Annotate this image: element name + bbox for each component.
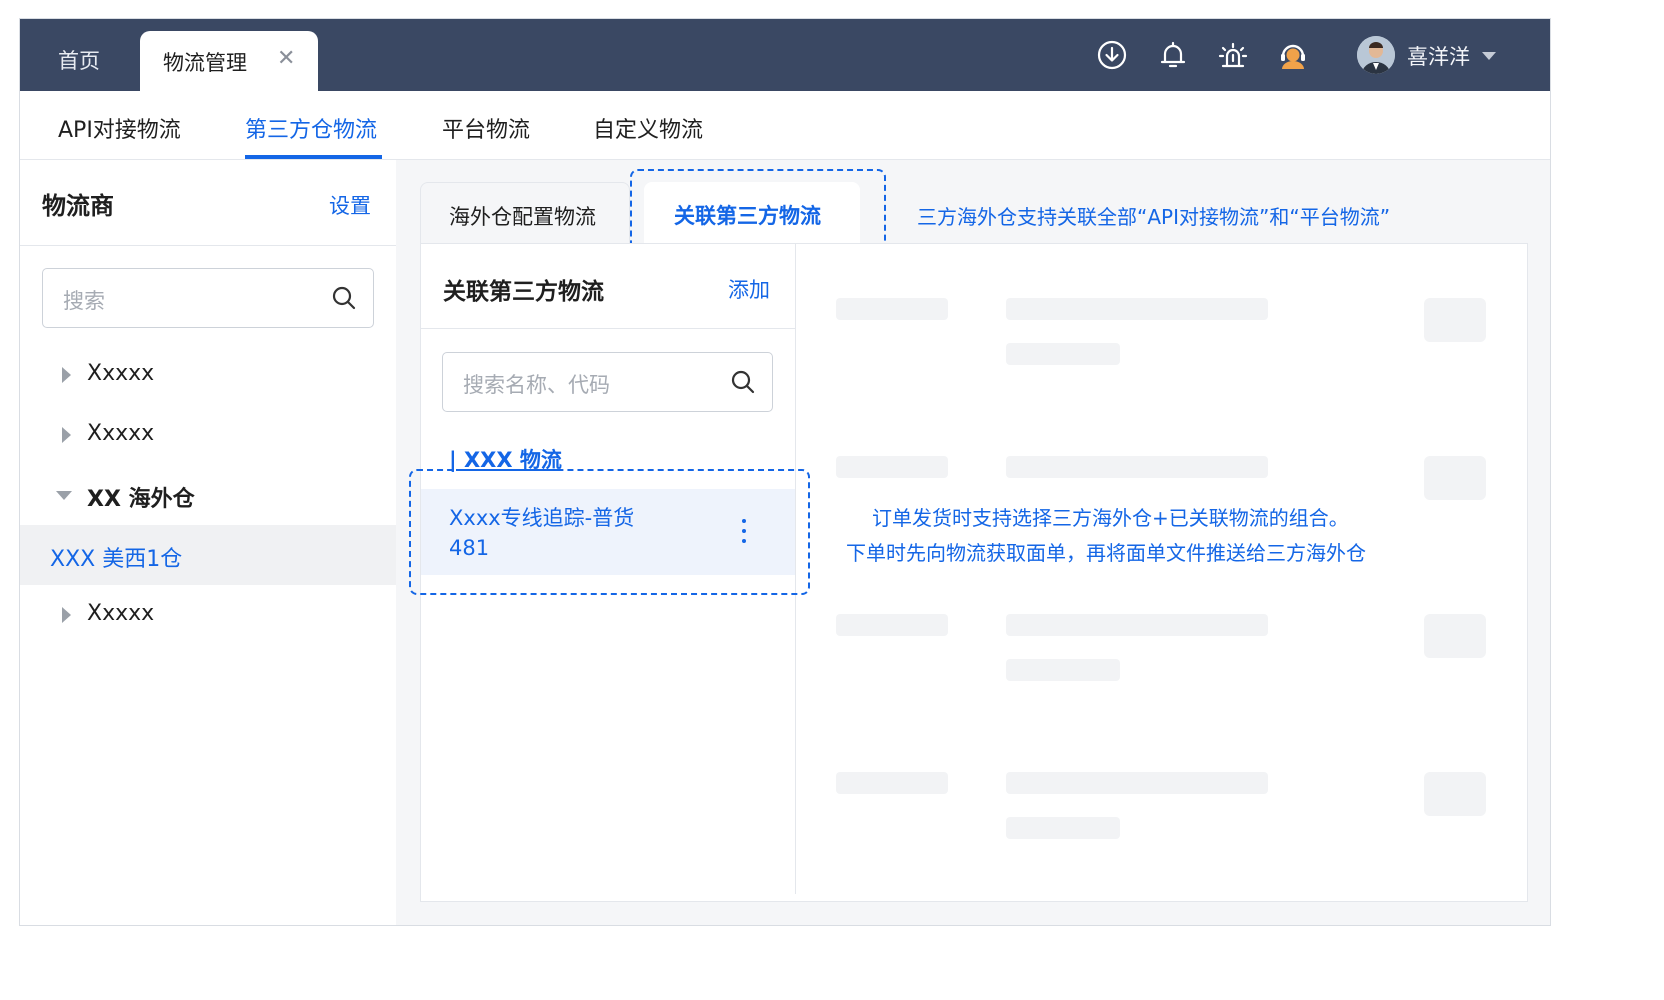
close-icon[interactable]: ✕: [277, 47, 295, 71]
search-icon[interactable]: [331, 285, 357, 311]
skeleton-block: [1424, 298, 1486, 342]
sidebar-title: 物流商: [42, 192, 114, 220]
search-icon[interactable]: [730, 369, 756, 395]
user-avatar[interactable]: [1357, 36, 1395, 74]
alarm-icon[interactable]: [1217, 39, 1249, 71]
app-frame: 首页 物流管理 ✕ 喜洋洋 API对接物流 第三方仓物流 平台物流 自定义物流 …: [19, 18, 1551, 926]
tab-platform-logistics[interactable]: 平台物流: [442, 112, 530, 144]
annotation-note-line2: 下单时先向物流获取面单，再将面单文件推送给三方海外仓: [846, 541, 1366, 565]
carrier-sidebar: 物流商 设置 搜索 Xxxxx Xxxxx XX 海外仓 XXX 美西1仓 Xx…: [20, 160, 396, 925]
tree-item-label: XX 海外仓: [87, 487, 195, 512]
divider: [421, 328, 795, 329]
tree-item-label: Xxxxx: [87, 421, 155, 446]
skeleton-bar: [1006, 614, 1268, 636]
skeleton-bar: [1006, 817, 1120, 839]
logistics-type-tabs: API对接物流 第三方仓物流 平台物流 自定义物流: [20, 91, 1550, 160]
caret-right-icon[interactable]: [62, 607, 71, 623]
skeleton-bar: [1006, 659, 1120, 681]
divider: [20, 245, 396, 246]
caret-right-icon[interactable]: [62, 367, 71, 383]
active-tab-underline: [245, 155, 382, 159]
skeleton-bar: [836, 298, 948, 320]
tree-item[interactable]: Xxxxx: [20, 585, 396, 645]
tree-item[interactable]: Xxxxx: [20, 405, 396, 465]
skeleton-bar: [836, 456, 948, 478]
top-bar: 首页 物流管理 ✕ 喜洋洋: [20, 19, 1550, 91]
chevron-down-icon[interactable]: [1482, 52, 1496, 60]
download-icon[interactable]: [1096, 39, 1128, 71]
annotation-note-line1: 订单发货时支持选择三方海外仓+已关联物流的组合。: [872, 506, 1349, 530]
bell-icon[interactable]: [1157, 39, 1189, 71]
annotation-note: 三方海外仓支持关联全部“API对接物流”和“平台物流”: [917, 205, 1391, 229]
logistics-search-input[interactable]: 搜索名称、代码: [442, 352, 773, 412]
tree-item-selected[interactable]: XXX 美西1仓: [20, 525, 396, 585]
tree-item-label: XXX 美西1仓: [50, 547, 183, 572]
tree-item-expanded[interactable]: XX 海外仓: [20, 465, 396, 525]
search-placeholder: 搜索名称、代码: [463, 373, 610, 397]
tab-custom-logistics[interactable]: 自定义物流: [593, 112, 703, 144]
tree-item[interactable]: Xxxxx: [20, 345, 396, 405]
skeleton-block: [1424, 456, 1486, 500]
user-name[interactable]: 喜洋洋: [1407, 41, 1470, 71]
panel-title: 关联第三方物流: [443, 279, 604, 305]
tree-item-label: Xxxxx: [87, 601, 155, 626]
settings-link[interactable]: 设置: [329, 190, 371, 220]
tab-logistics-management[interactable]: 物流管理 ✕: [140, 31, 318, 91]
carrier-search-input[interactable]: 搜索: [42, 268, 374, 328]
tab-api-logistics[interactable]: API对接物流: [58, 112, 181, 144]
skeleton-bar: [1006, 298, 1268, 320]
skeleton-bar: [836, 614, 948, 636]
highlight-box: [409, 469, 810, 595]
caret-down-icon[interactable]: [56, 491, 72, 500]
skeleton-bar: [1006, 772, 1268, 794]
support-icon[interactable]: [1277, 39, 1309, 71]
add-button[interactable]: 添加: [728, 274, 770, 304]
skeleton-bar: [1006, 456, 1268, 478]
skeleton-bar: [1006, 343, 1120, 365]
search-placeholder: 搜索: [63, 289, 105, 313]
caret-right-icon[interactable]: [62, 427, 71, 443]
tab-label: 海外仓配置物流: [449, 205, 596, 229]
tab-overseas-warehouse-logistics[interactable]: 海外仓配置物流: [420, 182, 630, 243]
skeleton-bar: [836, 772, 948, 794]
tab-logistics-management-label: 物流管理: [163, 51, 247, 75]
tab-home[interactable]: 首页: [58, 45, 100, 75]
skeleton-block: [1424, 772, 1486, 816]
tab-third-party-warehouse-logistics[interactable]: 第三方仓物流: [245, 112, 377, 144]
skeleton-block: [1424, 614, 1486, 658]
tree-item-label: Xxxxx: [87, 361, 155, 386]
